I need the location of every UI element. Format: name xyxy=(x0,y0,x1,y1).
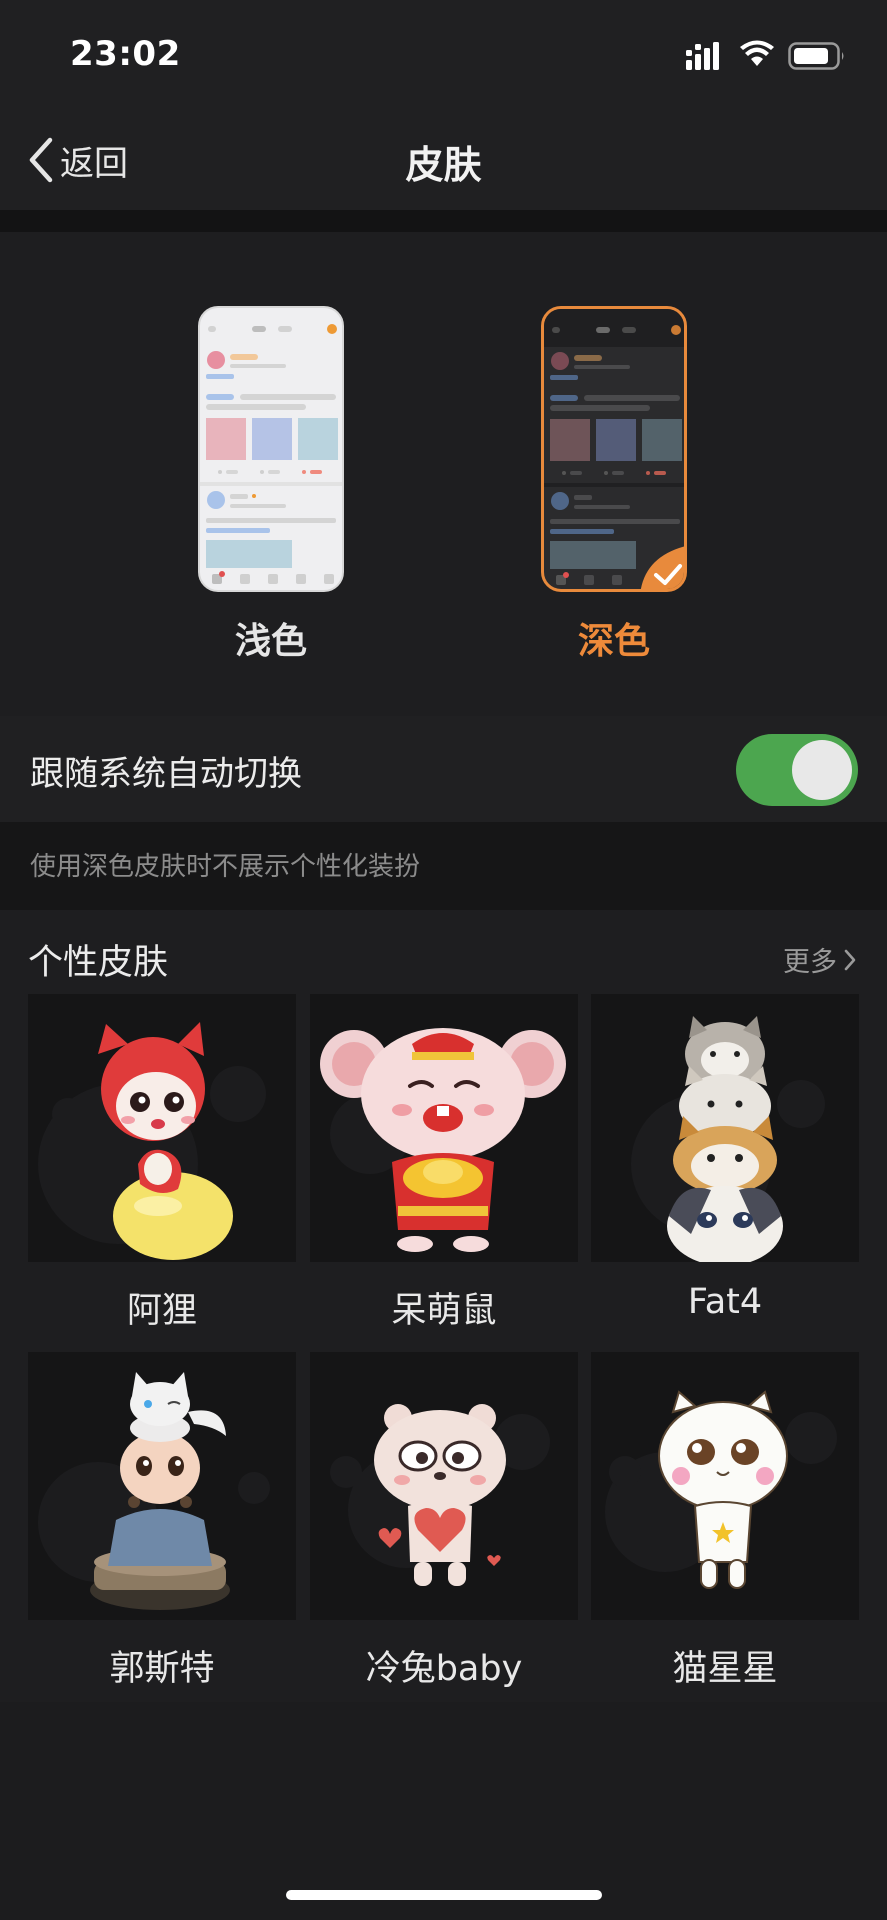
status-time: 23:02 xyxy=(70,34,181,74)
follow-system-row: 跟随系统自动切换 xyxy=(0,716,887,822)
light-theme-label[interactable]: 浅色 xyxy=(198,612,344,664)
dark-theme-preview[interactable] xyxy=(541,306,687,592)
skin-name-fat4: Fat4 xyxy=(687,1282,763,1322)
light-phone-mockup xyxy=(200,324,342,584)
personal-skins-section: 个性皮肤 更多 阿狸 呆萌鼠 Fat4 郭斯特 冷兔baby 猫星星 xyxy=(0,910,887,1702)
section-divider xyxy=(0,210,887,232)
status-bar: 23:02 xyxy=(0,0,887,110)
skin-tile-monk[interactable] xyxy=(28,1352,296,1620)
toggle-knob xyxy=(792,740,852,800)
follow-system-label: 跟随系统自动切换 xyxy=(30,754,302,794)
home-indicator xyxy=(286,1890,602,1900)
more-link[interactable]: 更多 xyxy=(783,940,857,979)
skin-name-catstar: 猫星星 xyxy=(672,1649,778,1689)
more-label: 更多 xyxy=(783,947,837,978)
chevron-right-icon xyxy=(844,949,856,970)
hint-band: 使用深色皮肤时不展示个性化装扮 xyxy=(0,822,887,910)
theme-mode-section: 浅色 深色 xyxy=(0,232,887,716)
navigation-bar: 返回 皮肤 xyxy=(0,110,887,210)
skin-tile-rabbit[interactable] xyxy=(310,1352,578,1620)
skin-tile-fat4[interactable] xyxy=(591,994,859,1262)
mouse-icon xyxy=(320,1028,566,1252)
skin-name-mouse: 呆萌鼠 xyxy=(391,1291,497,1331)
cats-icon xyxy=(631,1016,825,1262)
rabbit-icon xyxy=(330,1404,550,1586)
ali-fox-icon xyxy=(38,1022,266,1260)
page-title: 皮肤 xyxy=(405,143,482,187)
skin-tile-ali[interactable] xyxy=(28,994,296,1262)
skin-settings-screen: 23:02 返回 皮肤 浅色 深色 跟随系统自动切换 使用深色皮肤时不展示个性化… xyxy=(0,0,887,1920)
section-title: 个性皮肤 xyxy=(28,943,169,983)
skin-name-monk: 郭斯特 xyxy=(109,1649,215,1689)
monk-icon xyxy=(38,1372,270,1610)
light-theme-preview[interactable] xyxy=(198,306,344,592)
skin-name-ali: 阿狸 xyxy=(126,1291,197,1331)
skin-tile-catstar[interactable] xyxy=(591,1352,859,1620)
dark-mode-hint: 使用深色皮肤时不展示个性化装扮 xyxy=(30,852,421,882)
cat-icon xyxy=(605,1390,837,1589)
dark-phone-mockup xyxy=(544,309,684,589)
follow-system-toggle[interactable] xyxy=(736,734,858,806)
battery-icon xyxy=(788,42,844,70)
signal-icon xyxy=(686,42,719,70)
dark-theme-label[interactable]: 深色 xyxy=(541,612,687,664)
wifi-icon xyxy=(740,40,774,66)
skin-tile-mouse[interactable] xyxy=(310,994,578,1262)
skin-name-rabbit: 冷兔baby xyxy=(365,1649,523,1689)
